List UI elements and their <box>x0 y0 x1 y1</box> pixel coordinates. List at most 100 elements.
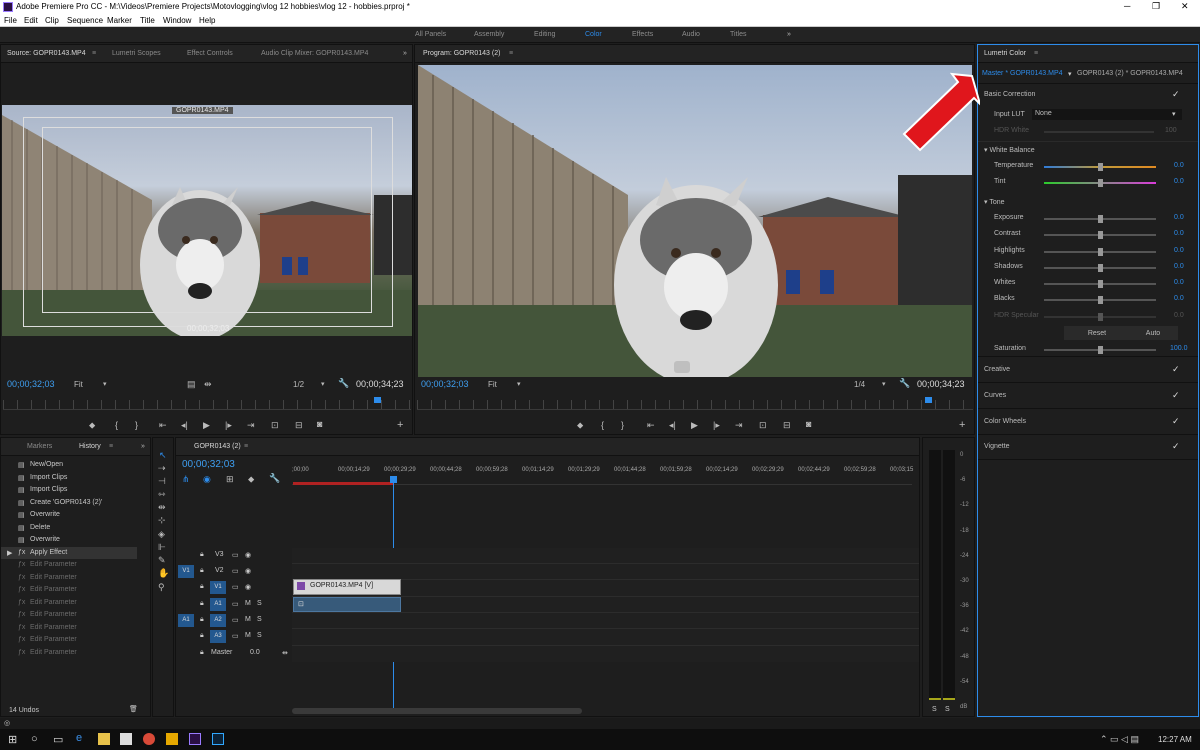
play-icon[interactable]: ▶ <box>203 420 210 431</box>
lift-icon[interactable]: ⊡ <box>759 420 767 431</box>
rate-stretch-tool-icon[interactable]: ⇹ <box>158 502 166 513</box>
white-balance-header[interactable]: ▾ White Balance <box>984 146 1035 154</box>
shadows-value[interactable]: 0.0 <box>1174 263 1184 270</box>
minimize-button[interactable]: ─ <box>1124 1 1130 11</box>
history-item[interactable]: ƒx Edit Parameter <box>1 559 137 571</box>
tab-menu-icon[interactable]: ≡ <box>109 443 113 450</box>
add-button-icon[interactable]: + <box>397 419 403 431</box>
premiere-taskbar-icon[interactable] <box>189 733 201 745</box>
shadows-thumb[interactable] <box>1098 264 1103 272</box>
export-frame-icon[interactable]: ▤ <box>187 379 196 390</box>
history-item[interactable]: ▤ Overwrite <box>1 534 137 546</box>
history-item[interactable]: ƒx Edit Parameter <box>1 572 137 584</box>
tab-effect-controls[interactable]: Effect Controls <box>187 50 233 57</box>
history-item[interactable]: ƒx Edit Parameter <box>1 597 137 609</box>
chevron-down-icon[interactable]: ▾ <box>882 380 886 388</box>
tab-source[interactable]: Source: GOPR0143.MP4 <box>7 50 86 57</box>
panel-overflow-icon[interactable]: » <box>403 50 407 57</box>
history-item[interactable]: ƒx Edit Parameter <box>1 634 137 646</box>
ripple-edit-tool-icon[interactable]: ⊣ <box>158 476 166 487</box>
source-resolution-dropdown[interactable]: 1/2 <box>293 380 304 389</box>
lock-icon[interactable]: 🔒︎ <box>200 600 204 608</box>
razor-tool-icon[interactable]: ⊹ <box>158 515 166 526</box>
insert-icon[interactable]: ⊡ <box>271 420 279 431</box>
basic-correction-header[interactable]: Basic Correction <box>984 91 1035 98</box>
edge-icon[interactable]: e <box>76 732 88 744</box>
lock-icon[interactable]: 🔒︎ <box>200 567 204 575</box>
sync-lock-icon[interactable]: ▭ <box>232 567 239 575</box>
sync-lock-icon[interactable]: ▭ <box>232 600 239 608</box>
tray-icons[interactable]: ⌃ ▭ ◁ ▤ <box>1100 734 1139 745</box>
step-forward-icon[interactable]: |▸ <box>225 420 232 431</box>
menu-help[interactable]: Help <box>199 16 215 25</box>
tab-menu-icon[interactable]: ≡ <box>1034 50 1038 57</box>
pen-tool-icon[interactable]: ✎ <box>158 555 166 566</box>
sync-lock-icon[interactable]: ▭ <box>232 583 239 591</box>
search-icon[interactable]: ○ <box>31 733 38 745</box>
workspace-titles[interactable]: Titles <box>730 31 746 38</box>
contrast-thumb[interactable] <box>1098 231 1103 239</box>
trash-icon[interactable]: 🗑 <box>129 705 138 713</box>
wrench-icon[interactable]: 🔧 <box>269 473 280 484</box>
creative-header[interactable]: Creative <box>984 366 1010 373</box>
source-patch-v1[interactable]: V1 <box>178 565 194 578</box>
track-a2-target[interactable]: A2 <box>210 614 226 627</box>
mute-button[interactable]: M <box>245 632 251 639</box>
add-button-icon[interactable]: + <box>959 419 965 431</box>
program-playhead[interactable] <box>925 397 932 403</box>
sync-lock-icon[interactable]: ▭ <box>232 616 239 624</box>
file-explorer-icon[interactable] <box>98 733 110 745</box>
tint-value[interactable]: 0.0 <box>1174 178 1184 185</box>
lock-icon[interactable]: 🔒︎ <box>200 551 204 559</box>
menu-marker[interactable]: Marker <box>107 16 132 25</box>
lumetri-master-tab[interactable]: Master * GOPR0143.MP4 <box>982 70 1063 77</box>
slide-tool-icon[interactable]: ⊩ <box>158 542 166 553</box>
lock-icon[interactable]: 🔒︎ <box>200 616 204 624</box>
snap-icon[interactable]: ⋔ <box>182 474 190 485</box>
mute-button[interactable]: M <box>245 616 251 623</box>
highlights-value[interactable]: 0.0 <box>1174 247 1184 254</box>
tab-lumetri-scopes[interactable]: Lumetri Scopes <box>112 50 161 57</box>
saturation-value[interactable]: 100.0 <box>1170 345 1188 352</box>
timeline-scrollbar[interactable] <box>292 708 582 714</box>
saturation-thumb[interactable] <box>1098 346 1103 354</box>
solo-button[interactable]: S <box>257 632 262 639</box>
drag-video-icon[interactable]: ⇹ <box>204 379 212 390</box>
step-back-icon[interactable]: ◂| <box>669 420 676 431</box>
workspace-more-button[interactable]: » <box>787 31 791 38</box>
wrench-icon[interactable]: 🔧 <box>899 378 910 389</box>
go-to-out-icon[interactable]: ⇥ <box>247 420 255 431</box>
add-marker-icon[interactable]: ⬥ <box>577 420 583 431</box>
source-playhead[interactable] <box>374 397 381 403</box>
tab-sequence[interactable]: GOPR0143 (2) <box>194 443 241 450</box>
photoshop-taskbar-icon[interactable] <box>212 733 224 745</box>
sync-lock-icon[interactable]: ▭ <box>232 632 239 640</box>
zoom-tool-icon[interactable]: ⚲ <box>158 582 165 593</box>
track-a3-target[interactable]: A3 <box>210 630 226 643</box>
add-marker-icon[interactable]: ⊞ <box>226 474 234 485</box>
sync-lock-icon[interactable]: ▭ <box>232 551 239 559</box>
wrench-icon[interactable]: 🔧 <box>338 378 349 389</box>
solo-button[interactable]: S <box>257 616 262 623</box>
maximize-button[interactable]: ❐ <box>1152 1 1160 12</box>
work-area-bar[interactable] <box>293 482 393 485</box>
meter-solo-right[interactable]: S <box>945 706 950 713</box>
history-item[interactable]: ▤ Delete <box>1 522 137 534</box>
program-scrub-bar[interactable] <box>417 400 973 410</box>
input-lut-dropdown[interactable]: None ▾ <box>1032 109 1182 120</box>
meter-solo-left[interactable]: S <box>932 706 937 713</box>
audio-clip[interactable]: ⊡ <box>293 597 401 612</box>
blacks-thumb[interactable] <box>1098 296 1103 304</box>
program-video-frame[interactable] <box>418 65 972 377</box>
go-to-in-icon[interactable]: ⇤ <box>159 420 167 431</box>
clock[interactable]: 12:27 AM <box>1158 735 1192 744</box>
play-icon[interactable]: ▶ <box>691 420 698 431</box>
lock-icon[interactable]: 🔒︎ <box>200 632 204 640</box>
menu-window[interactable]: Window <box>163 16 191 25</box>
temperature-value[interactable]: 0.0 <box>1174 162 1184 169</box>
tab-audio-clip-mixer[interactable]: Audio Clip Mixer: GOPR0143.MP4 <box>261 50 368 57</box>
hand-tool-icon[interactable]: ✋ <box>158 568 169 579</box>
add-marker-icon[interactable]: ⬥ <box>89 420 95 431</box>
blacks-value[interactable]: 0.0 <box>1174 295 1184 302</box>
linked-selection-icon[interactable]: ◉ <box>203 474 211 485</box>
